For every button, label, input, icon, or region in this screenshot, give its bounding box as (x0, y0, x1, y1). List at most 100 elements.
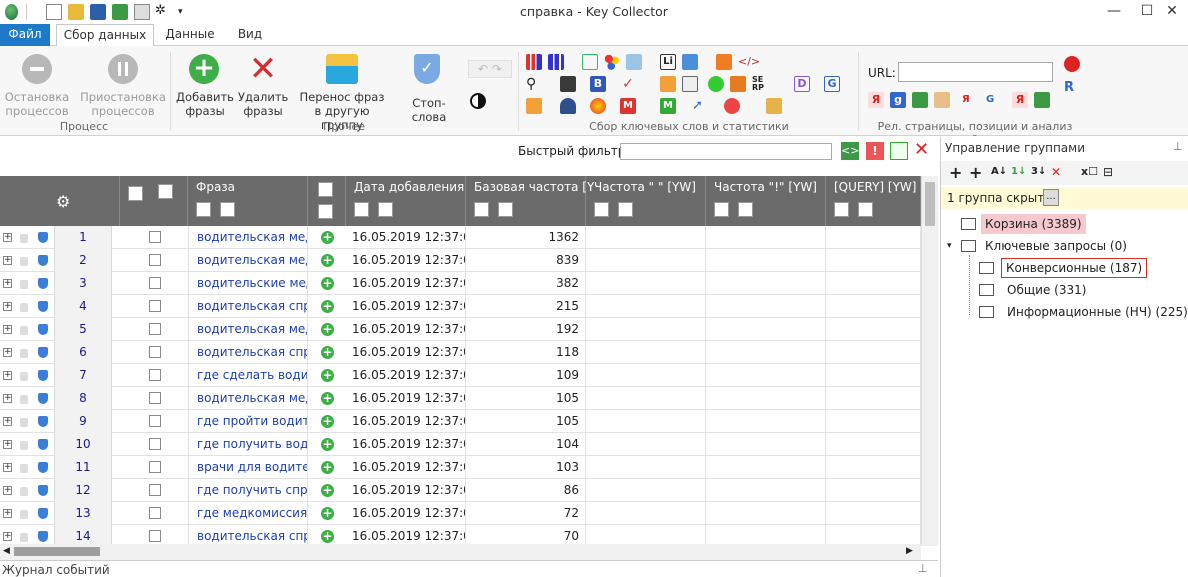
add-group-icon[interactable]: + (949, 163, 962, 182)
pin-icon[interactable]: ⊥ (1173, 140, 1183, 153)
row-checkbox[interactable] (149, 484, 161, 496)
row-checkbox[interactable] (149, 254, 161, 266)
add-phrase-icon[interactable]: + (321, 277, 334, 290)
horizontal-scroll-thumb[interactable] (14, 547, 100, 556)
add-phrase-icon[interactable]: + (321, 507, 334, 520)
phrase-cell[interactable]: водительская медкомиссия (188, 249, 308, 272)
expand-icon[interactable]: + (3, 371, 12, 380)
pin-icon[interactable]: ⊥ (918, 562, 928, 575)
header-filter-icon[interactable] (158, 184, 173, 199)
lock-icon[interactable] (20, 395, 28, 404)
g-icon[interactable]: G (986, 92, 1002, 108)
tab-data-collection[interactable]: Сбор данных (56, 24, 154, 47)
lock-icon[interactable] (20, 349, 28, 358)
row-checkbox[interactable] (149, 277, 161, 289)
r-icon[interactable]: R (1064, 80, 1080, 96)
group-general[interactable]: Общие (331) (977, 280, 1177, 300)
add-phrase-icon[interactable]: + (321, 461, 334, 474)
stopwords-button[interactable]: ✓ Стоп-слова (396, 52, 462, 124)
phrase-cell[interactable]: водительские медицинские справки (188, 272, 308, 295)
table-row[interactable]: +14 водительская справка +16.05.2019 12:37… (0, 525, 921, 544)
header-date[interactable]: Дата добавления (346, 176, 466, 226)
tab-file[interactable]: Файл (0, 24, 50, 46)
filter-clear-small-icon[interactable] (378, 202, 393, 217)
check-red-icon[interactable]: ✓ (620, 76, 636, 92)
filter-clear-small-icon[interactable] (220, 202, 235, 217)
stopword-shield-icon[interactable] (38, 232, 48, 243)
blue-b-icon[interactable]: B (590, 76, 606, 92)
expand-icon[interactable]: + (3, 394, 12, 403)
filter-apply-icon[interactable]: <> (841, 142, 859, 160)
phrase-cell[interactable]: где сделать водительскую (188, 364, 308, 387)
expand-icon[interactable]: + (3, 417, 12, 426)
header-filter-icon[interactable] (318, 182, 333, 197)
tab-data[interactable]: Данные (160, 24, 220, 46)
phrase-cell[interactable]: водительская медкомиссия где (188, 387, 308, 410)
arrows-icon[interactable]: ➚ (692, 98, 708, 114)
table-row[interactable]: +4 водительская справка +16.05.2019 12:37:… (0, 295, 921, 318)
stopword-shield-icon[interactable] (38, 531, 48, 542)
add-phrase-icon[interactable]: + (321, 484, 334, 497)
tree-icon[interactable]: ⊟ (1103, 165, 1113, 179)
lock-icon[interactable] (20, 487, 28, 496)
row-checkbox[interactable] (149, 461, 161, 473)
wordstat-bar-icon[interactable] (548, 54, 564, 70)
sort-desc-icon[interactable]: 3↓ (1031, 166, 1046, 177)
eraser-icon[interactable] (934, 92, 950, 108)
phrase-cell[interactable]: водительская справка цена (188, 341, 308, 364)
table-row[interactable]: +9 где пройти водительскую +16.05.2019 12:… (0, 410, 921, 433)
lock-icon[interactable] (20, 257, 28, 266)
expand-icon[interactable]: + (3, 440, 12, 449)
horizontal-scrollbar[interactable]: ◀ ▶ (0, 544, 921, 560)
delete-group-icon[interactable]: ✕ (1051, 165, 1061, 179)
sort-az-icon[interactable]: A↓ (991, 166, 1007, 177)
hand-orange-icon[interactable] (526, 98, 542, 114)
filter-clear-small-icon[interactable] (618, 202, 633, 217)
sunburst-icon[interactable] (590, 98, 606, 114)
lock-icon[interactable] (20, 280, 28, 289)
filter-clear-small-icon[interactable] (858, 202, 873, 217)
table-row[interactable]: +7 где сделать водительскую +16.05.2019 12… (0, 364, 921, 387)
add-phrases-button[interactable]: + Добавить фразы (176, 52, 234, 119)
lock-icon[interactable] (20, 234, 28, 243)
show-hidden-button[interactable]: ... (1043, 189, 1059, 206)
phrase-cell[interactable]: водительская справка (188, 525, 308, 544)
add-phrase-icon[interactable]: + (321, 346, 334, 359)
row-checkbox[interactable] (149, 530, 161, 542)
stopword-shield-icon[interactable] (38, 278, 48, 289)
phrase-cell[interactable]: где медкомиссия на (188, 502, 308, 525)
pause-processes-button[interactable]: Приостановка процессов (80, 52, 166, 118)
search-icon[interactable]: ⚲ (526, 76, 542, 92)
row-checkbox[interactable] (149, 346, 161, 358)
liveinternet-icon[interactable]: Li (660, 54, 676, 70)
hand-icon[interactable] (660, 76, 676, 92)
event-log-bar[interactable]: Журнал событий ⊥ (0, 560, 938, 577)
phrase-cell[interactable]: врачи для водительской (188, 456, 308, 479)
header-query[interactable]: [QUERY] [YW] (826, 176, 921, 226)
select-all-checkbox[interactable] (128, 186, 143, 201)
filter-icon[interactable] (594, 202, 609, 217)
contrast-icon[interactable] (470, 93, 486, 109)
table-row[interactable]: +10 где получить водительскую +16.05.2019 … (0, 433, 921, 456)
expand-icon[interactable]: + (3, 348, 12, 357)
stopword-shield-icon[interactable] (38, 393, 48, 404)
phrase-cell[interactable]: водительская медицинская (188, 318, 308, 341)
header-row-tools[interactable]: ⚙ (0, 176, 120, 226)
expand-icon[interactable]: + (3, 233, 12, 242)
gmail-icon[interactable]: M (620, 98, 636, 114)
stopword-shield-icon[interactable] (38, 508, 48, 519)
header-freq-quote[interactable]: Частота " " [YW] (586, 176, 706, 226)
expand-icon[interactable]: + (3, 463, 12, 472)
header-freq-excl[interactable]: Частота "!" [YW] (706, 176, 826, 226)
expand-icon[interactable]: + (3, 325, 12, 334)
sort-num-icon[interactable]: 1↓ (1011, 166, 1026, 177)
orange-bars-icon[interactable] (730, 76, 746, 92)
table-row[interactable]: +12 где получить справку +16.05.2019 12:37… (0, 479, 921, 502)
group-conversion[interactable]: Конверсионные (187) (977, 258, 1177, 278)
lock-icon[interactable] (20, 372, 28, 381)
image-chart-icon[interactable] (626, 54, 642, 70)
add-phrase-icon[interactable]: + (321, 392, 334, 405)
phrase-cell[interactable]: водительская справка (188, 295, 308, 318)
se-rp-icon[interactable]: SE RP (752, 76, 768, 92)
add-phrase-icon[interactable]: + (321, 254, 334, 267)
